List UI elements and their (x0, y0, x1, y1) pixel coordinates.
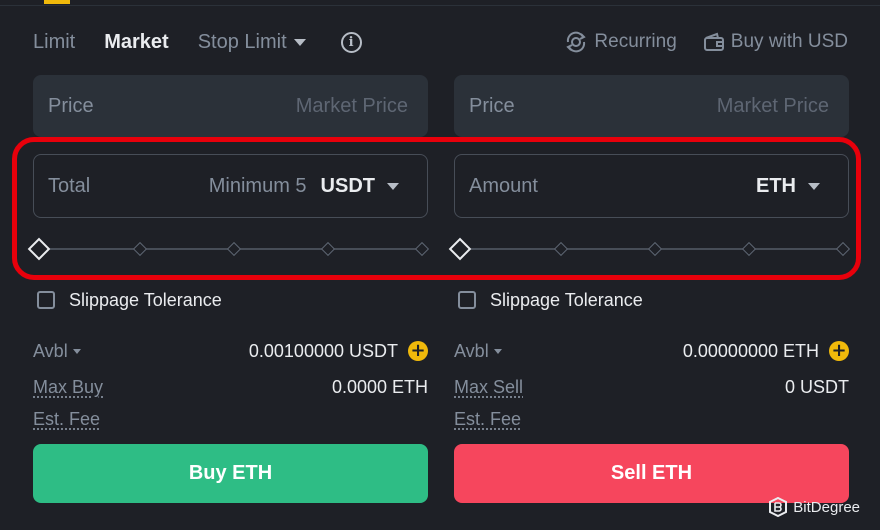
sell-price-field[interactable]: Price Market Price (454, 75, 849, 137)
add-funds-icon[interactable]: + (408, 341, 428, 361)
sell-fee-label: Est. Fee (454, 408, 522, 429)
checkbox-box[interactable] (458, 291, 476, 309)
slider-step-25[interactable] (132, 241, 148, 257)
sell-price-label: Price (469, 94, 515, 117)
sell-amount-field[interactable]: Amount ETH (454, 154, 849, 218)
slider-step-75[interactable] (741, 241, 757, 257)
sell-amount-unit[interactable]: ETH (756, 175, 796, 198)
buy-avbl-dropdown[interactable]: Avbl (33, 341, 81, 362)
slider-step-100[interactable] (414, 241, 430, 257)
slider-step-100[interactable] (835, 241, 851, 257)
recurring-button[interactable]: Recurring (564, 31, 677, 53)
tab-stop-limit[interactable]: Stop Limit (198, 31, 306, 54)
order-type-tabs: Limit Market Stop Limit i (33, 28, 362, 56)
caret-down-icon[interactable] (387, 182, 399, 190)
buy-button[interactable]: Buy ETH (33, 444, 428, 503)
slider-thumb[interactable] (27, 237, 51, 261)
sell-avbl-value: 0.00000000 ETH (682, 340, 819, 361)
slider-step-25[interactable] (553, 241, 569, 257)
sell-available-row: Avbl 0.00000000 ETH + (454, 339, 849, 363)
tab-stop-limit-label: Stop Limit (197, 30, 287, 53)
caret-down-icon (72, 348, 81, 354)
sell-amount-label: Amount (469, 174, 538, 197)
add-funds-icon[interactable]: + (829, 341, 849, 361)
buy-with-usd-label: Buy with USD (730, 31, 848, 52)
bitdegree-logo-icon (769, 497, 788, 517)
sell-price-value: Market Price (716, 94, 829, 117)
active-tab-indicator (44, 0, 70, 4)
buy-available-row: Avbl 0.00100000 USDT + (33, 339, 428, 363)
buy-price-label: Price (48, 94, 94, 117)
buy-avbl-label: Avbl (33, 340, 68, 361)
top-divider (0, 5, 880, 6)
sell-slippage-checkbox[interactable]: Slippage Tolerance (458, 289, 643, 311)
sell-max-row: Max Sell 0 USDT (454, 375, 849, 399)
caret-down-icon (493, 348, 502, 354)
slider-step-75[interactable] (320, 241, 336, 257)
buy-total-field[interactable]: Total Minimum 5 USDT (33, 154, 428, 218)
sell-slippage-label: Slippage Tolerance (490, 289, 643, 310)
buy-max-row: Max Buy 0.0000 ETH (33, 375, 428, 399)
slider-thumb[interactable] (448, 237, 472, 261)
recurring-label: Recurring (594, 31, 677, 52)
buy-avbl-value: 0.00100000 USDT (248, 340, 398, 361)
sell-fee-row: Est. Fee (454, 407, 849, 431)
buy-fee-row: Est. Fee (33, 407, 428, 431)
buy-percent-slider[interactable] (27, 237, 430, 261)
slider-step-50[interactable] (647, 241, 663, 257)
buy-slippage-checkbox[interactable]: Slippage Tolerance (37, 289, 222, 311)
buy-max-label: Max Buy (33, 376, 104, 397)
watermark-text: BitDegree (793, 498, 860, 516)
watermark: BitDegree (769, 497, 860, 517)
info-icon[interactable]: i (340, 31, 362, 53)
sell-max-value: 0 USDT (784, 376, 849, 397)
recurring-icon (566, 31, 587, 53)
caret-down-icon (293, 38, 306, 46)
caret-down-icon[interactable] (808, 182, 820, 190)
tab-limit[interactable]: Limit (33, 31, 75, 54)
buy-slippage-label: Slippage Tolerance (69, 289, 222, 310)
sell-percent-slider[interactable] (448, 237, 851, 261)
sell-avbl-label: Avbl (454, 340, 489, 361)
buy-price-field[interactable]: Price Market Price (33, 75, 428, 137)
buy-total-minimum: Minimum 5 (208, 174, 307, 197)
buy-fee-label: Est. Fee (33, 408, 101, 429)
buy-with-usd-button[interactable]: Buy with USD (703, 31, 848, 53)
wallet-icon (703, 32, 724, 51)
buy-total-unit[interactable]: USDT (321, 175, 375, 198)
sell-avbl-dropdown[interactable]: Avbl (454, 341, 502, 362)
sell-button[interactable]: Sell ETH (454, 444, 849, 503)
tab-market[interactable]: Market (104, 31, 168, 54)
order-tools: Recurring Buy with USD (538, 28, 848, 56)
sell-max-label: Max Sell (454, 376, 524, 397)
buy-price-value: Market Price (295, 94, 408, 117)
slider-step-50[interactable] (226, 241, 242, 257)
buy-max-value: 0.0000 ETH (331, 376, 428, 397)
buy-total-label: Total (48, 174, 91, 197)
checkbox-box[interactable] (37, 291, 55, 309)
